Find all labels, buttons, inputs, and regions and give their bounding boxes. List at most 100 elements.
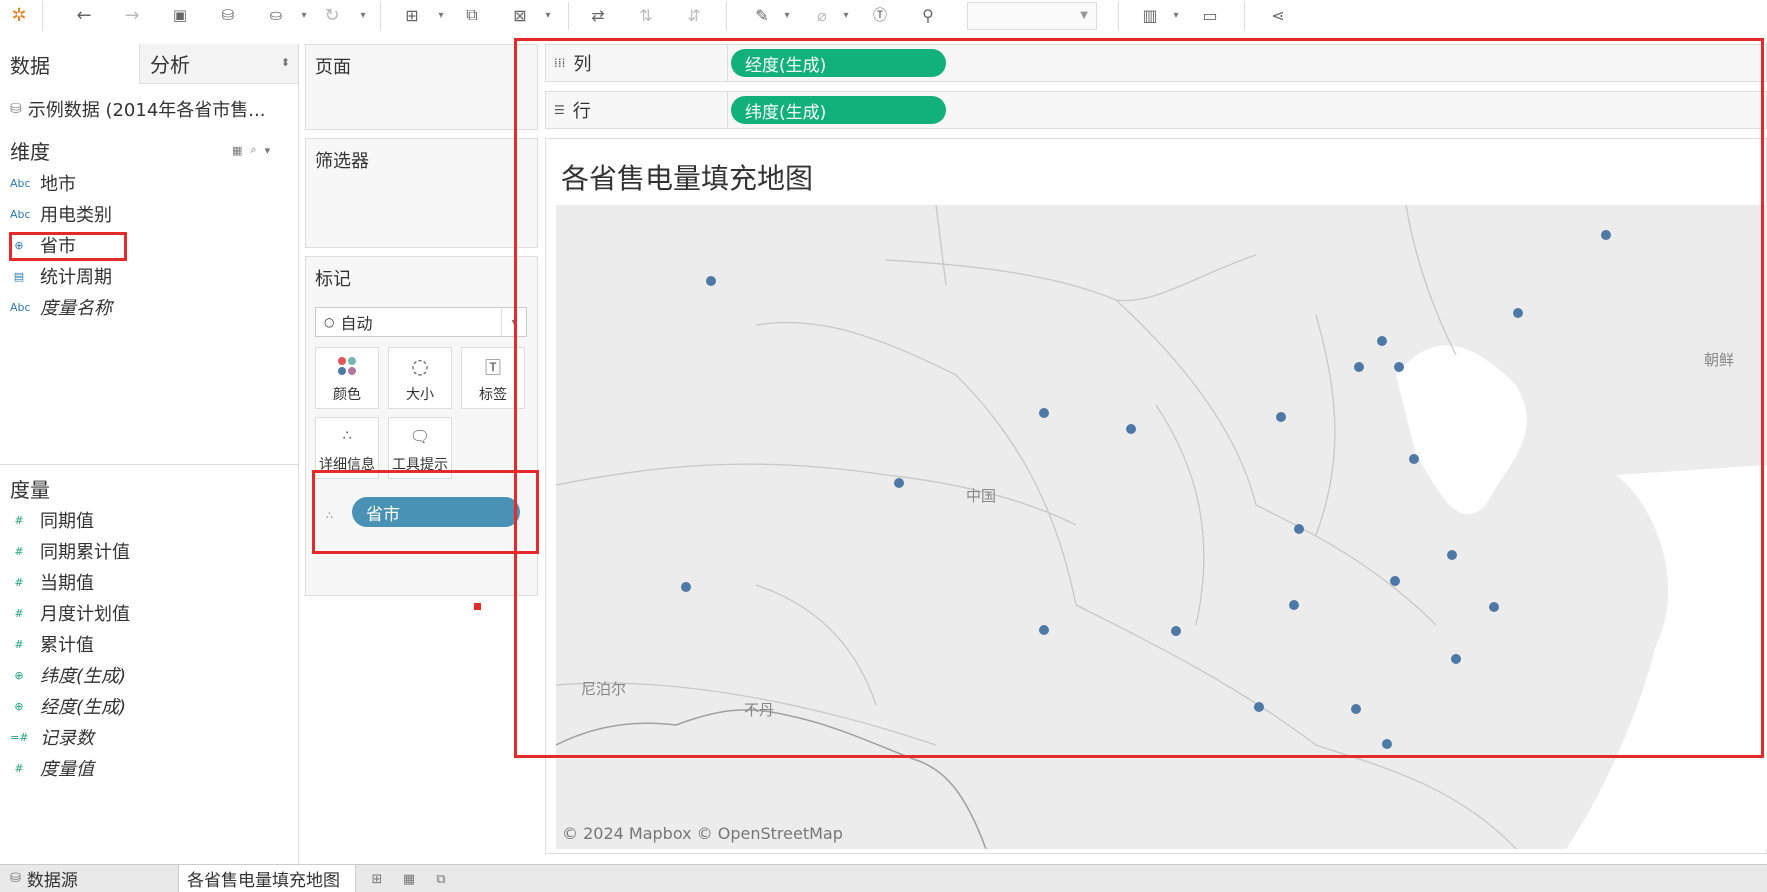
marks-title: 标记	[315, 269, 351, 290]
new-worksheet-icon[interactable]: ⊞	[366, 869, 388, 889]
mark-type-select[interactable]: ○ 自动 ▾	[315, 307, 527, 337]
toolbar-separator	[1118, 2, 1119, 30]
field-label: 度量名称	[40, 298, 112, 319]
toolbar-separator	[42, 2, 43, 30]
string-type-icon: Abc	[10, 207, 31, 221]
highlight-box-province-field	[9, 232, 127, 261]
clear-sheet-icon[interactable]: ⊠	[506, 3, 534, 27]
highlight-box-detail-pill	[312, 470, 539, 554]
show-me-icon[interactable]: ▥	[1136, 3, 1164, 27]
tooltip-icon: 🗨	[409, 426, 431, 446]
measure-field[interactable]: =# 记录数	[10, 723, 290, 751]
pages-card[interactable]: 页面	[305, 44, 538, 130]
dimension-field[interactable]: Abc 度量名称	[10, 293, 290, 321]
pin-icon[interactable]: ⚲	[914, 3, 942, 27]
size-icon: ◌	[411, 354, 429, 378]
red-marker	[474, 603, 481, 610]
measure-field[interactable]: # 当期值	[10, 568, 290, 596]
toolbar-separator	[726, 2, 727, 30]
measure-field[interactable]: # 累计值	[10, 630, 290, 658]
chevron-down-icon[interactable]: ▾	[781, 8, 793, 22]
refresh-icon[interactable]: ↻	[318, 3, 346, 27]
field-label: 纬度(生成)	[40, 666, 127, 687]
pages-title: 页面	[315, 57, 351, 78]
field-label: 地市	[40, 174, 76, 195]
presentation-icon[interactable]: ▭	[1196, 3, 1224, 27]
bottom-tab-bar: ⛁ 数据源 各省售电量填充地图 ⊞ ▦ ⧉	[0, 864, 1767, 892]
undo-icon[interactable]: ←	[70, 3, 98, 27]
dimension-field[interactable]: Abc 地市	[10, 169, 290, 197]
attach-icon[interactable]: ⌀	[808, 3, 836, 27]
search-icon[interactable]: ⌕	[250, 143, 256, 157]
sort-arrows-icon: ⬍	[280, 56, 290, 69]
field-label: 经度(生成)	[40, 697, 127, 718]
chevron-down-icon: ▼	[1080, 10, 1088, 21]
field-label: 记录数	[40, 728, 94, 749]
dimensions-header: 维度	[10, 140, 50, 164]
grid-view-icon[interactable]: ▦	[232, 144, 242, 157]
tab-data[interactable]: 数据	[0, 44, 139, 84]
string-type-icon: Abc	[10, 176, 31, 190]
field-label: 统计周期	[40, 267, 112, 288]
size-button[interactable]: ◌ 大小	[388, 347, 452, 409]
field-label: 同期累计值	[40, 542, 130, 563]
map-attribution[interactable]: © 2024 Mapbox © OpenStreetMap	[562, 824, 843, 843]
tab-analysis[interactable]: 分析 ⬍	[139, 44, 298, 84]
filters-title: 筛选器	[315, 151, 369, 172]
toolbar: ✲ ← → ▣ ⛁ ⛀ ▾ ↻ ▾ ⊞ ▾ ⧉ ⊠ ▾ ⇄ ⇅ ⇵ ✎ ▾ ⌀ …	[0, 0, 1767, 40]
string-type-icon: Abc	[10, 300, 31, 314]
dimension-field[interactable]: Abc 用电类别	[10, 200, 290, 228]
save-icon[interactable]: ▣	[166, 3, 194, 27]
measure-field[interactable]: ⊕ 纬度(生成)	[10, 661, 290, 689]
fit-dropdown[interactable]: ▼	[967, 2, 1097, 30]
sort-asc-icon[interactable]: ⇅	[632, 3, 660, 27]
new-story-icon[interactable]: ⧉	[430, 869, 452, 889]
tableau-logo-icon[interactable]: ✲	[5, 3, 33, 27]
sort-desc-icon[interactable]: ⇵	[680, 3, 708, 27]
measure-field[interactable]: # 同期值	[10, 506, 290, 534]
redo-icon[interactable]: →	[118, 3, 146, 27]
pause-update-icon[interactable]: ⛀	[262, 3, 290, 27]
tab-datasource[interactable]: ⛁ 数据源	[0, 865, 176, 892]
swap-icon[interactable]: ⇄	[584, 3, 612, 27]
chevron-down-icon[interactable]: ▾	[265, 144, 271, 157]
number-type-icon: =#	[10, 730, 29, 744]
color-button[interactable]: 颜色	[315, 347, 379, 409]
chevron-down-icon[interactable]: ▾	[542, 8, 554, 22]
dimension-field[interactable]: ▤ 统计周期	[10, 262, 290, 290]
measures-header: 度量	[10, 478, 50, 502]
datasource-tab-label: 数据源	[26, 871, 78, 891]
tab-analysis-label: 分析	[150, 53, 190, 77]
tab-sheet[interactable]: 各省售电量填充地图	[178, 865, 356, 892]
filters-card[interactable]: 筛选器	[305, 138, 538, 248]
new-worksheet-icon[interactable]: ⊞	[398, 3, 426, 27]
duplicate-icon[interactable]: ⧉	[458, 3, 486, 27]
size-label: 大小	[406, 387, 434, 403]
share-icon[interactable]: ⋖	[1264, 3, 1292, 27]
globe-icon: ⊕	[14, 668, 24, 682]
highlight-icon[interactable]: ✎	[748, 3, 776, 27]
chevron-down-icon[interactable]: ▾	[840, 8, 852, 22]
number-type-icon: #	[14, 606, 24, 620]
label-icon[interactable]: Ⓣ	[866, 3, 894, 27]
number-type-icon: #	[14, 761, 24, 775]
chevron-down-icon[interactable]: ▾	[435, 8, 447, 22]
new-datasource-icon[interactable]: ⛁	[214, 3, 242, 27]
measure-field[interactable]: ⊕ 经度(生成)	[10, 692, 290, 720]
mark-type-value: 自动	[340, 314, 373, 333]
measure-field[interactable]: # 月度计划值	[10, 599, 290, 627]
field-label: 月度计划值	[40, 604, 130, 625]
toolbar-separator	[1244, 2, 1245, 30]
dimension-tools: ▦ ⌕ ▾	[232, 140, 292, 160]
measure-field[interactable]: # 度量值	[10, 754, 290, 782]
new-dashboard-icon[interactable]: ▦	[398, 869, 420, 889]
chevron-down-icon[interactable]: ▾	[298, 8, 310, 22]
detail-icon: ∴	[342, 428, 352, 444]
circle-outline-icon: ○	[324, 315, 335, 329]
chevron-down-icon[interactable]: ▾	[357, 8, 369, 22]
datasource-item[interactable]: ⛁ 示例数据 (2014年各省市售...	[10, 94, 295, 124]
color-icon-svg	[338, 357, 356, 375]
measure-field[interactable]: # 同期累计值	[10, 537, 290, 565]
chevron-down-icon[interactable]: ▾	[1170, 8, 1182, 22]
field-label: 度量值	[40, 759, 94, 780]
